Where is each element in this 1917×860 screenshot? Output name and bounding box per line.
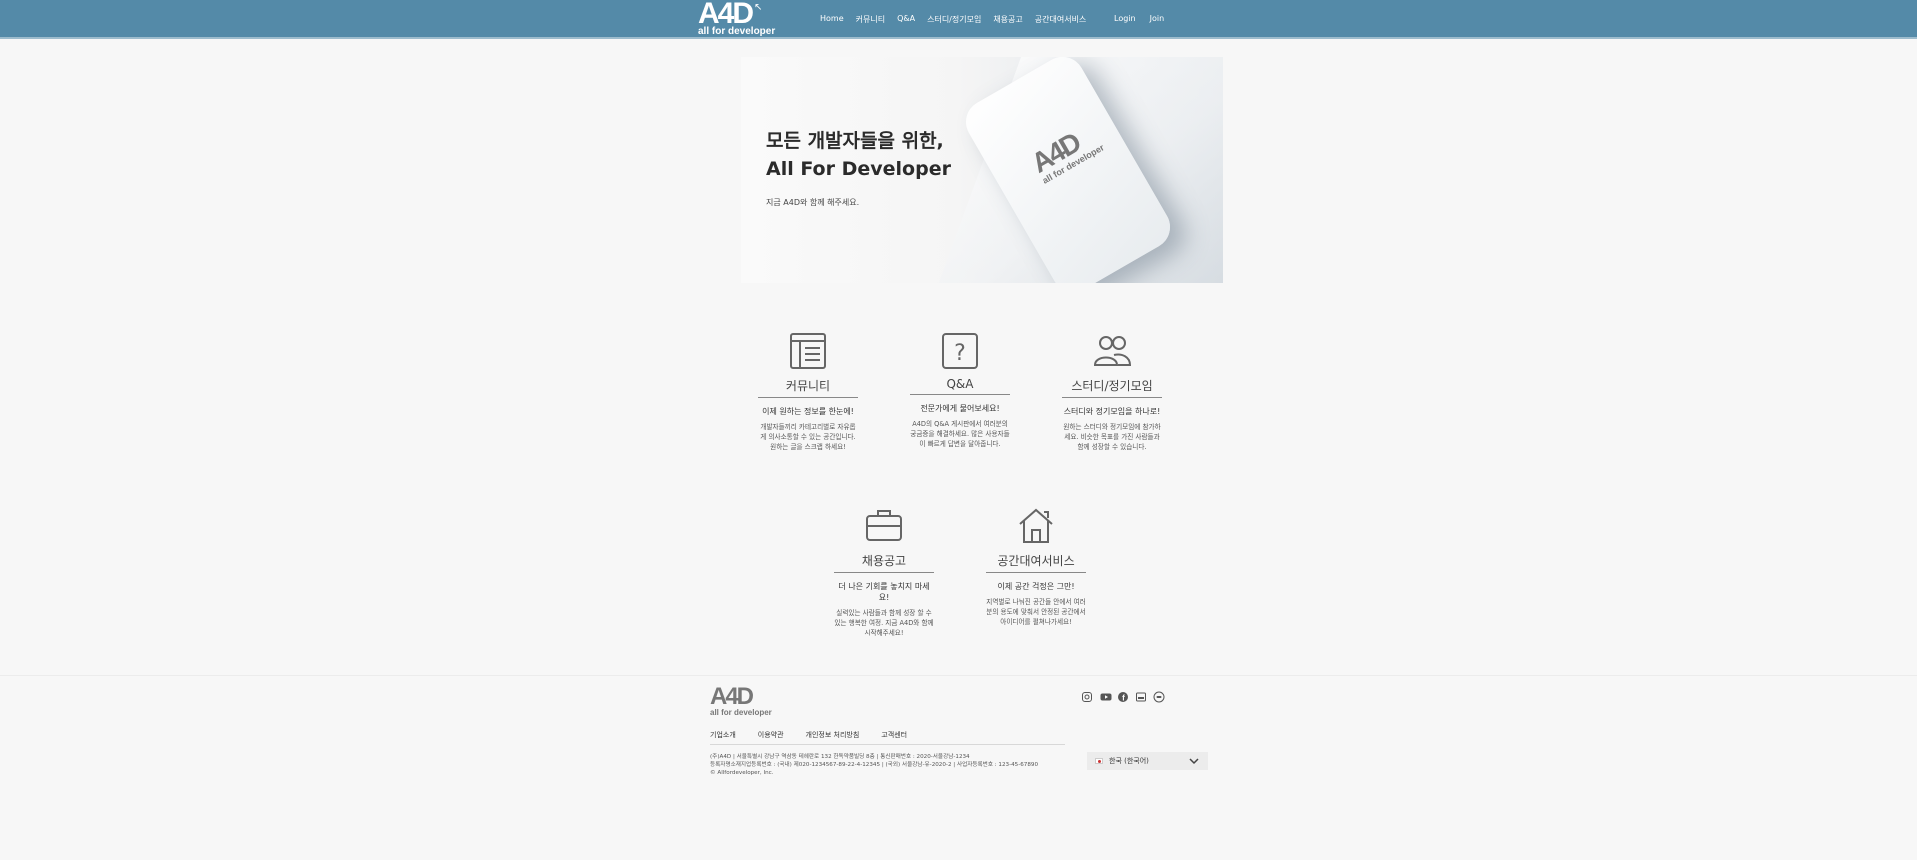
svg-text:f: f: [1122, 694, 1125, 703]
feature-community[interactable]: 커뮤니티 이제 원하는 정보를 한눈에! 개발자들끼리 카테고리별로 자유롭게 …: [758, 331, 858, 452]
footer-link-privacy[interactable]: 개인정보 처리방침: [806, 730, 860, 740]
hero-banner: A4D all for developer 모든 개발자들을 위한, All F…: [741, 57, 1223, 283]
join-link[interactable]: Join: [1150, 14, 1165, 23]
footer-link-terms[interactable]: 이용약관: [758, 730, 784, 740]
footer-divider: [710, 744, 1065, 745]
feature-title: Q&A: [910, 377, 1010, 395]
nav-qna[interactable]: Q&A: [897, 14, 915, 25]
auth-links: Login Join: [1114, 14, 1164, 23]
main-nav: Home 커뮤니티 Q&A 스터디/정기모임 채용공고 공간대여서비스: [820, 14, 1098, 25]
feature-title: 스터디/정기모임: [1062, 377, 1162, 398]
company-info-line1: (주)A4D | 서울특별시 강남구 역삼동 테헤란로 132 한독약품빌딩 8…: [710, 754, 970, 760]
hero-title-line2: All For Developer: [766, 158, 951, 180]
instagram-icon[interactable]: [1081, 688, 1093, 702]
language-selector[interactable]: 한국 (한국어): [1087, 752, 1208, 770]
footer-logo[interactable]: A4D all for developer: [710, 683, 772, 718]
footer-link-company[interactable]: 기업소개: [710, 730, 736, 740]
logo-text: A4D: [698, 0, 754, 30]
feature-qna[interactable]: ? Q&A 전문가에게 물어보세요! A4D의 Q&A 게시판에서 여러분의 궁…: [910, 331, 1010, 449]
logo-tagline: all for developer: [698, 26, 776, 37]
feature-jobs[interactable]: 채용공고 더 나은 기회를 놓치지 마세요! 실력있는 사람들과 함께 성장 할…: [834, 506, 934, 638]
nav-space-rental[interactable]: 공간대여서비스: [1035, 14, 1087, 25]
footer-logo-tagline: all for developer: [710, 708, 772, 717]
home-icon: [1019, 508, 1053, 543]
nav-study[interactable]: 스터디/정기모임: [927, 14, 981, 25]
feature-tagline: 이제 공간 걱정은 그만!: [997, 582, 1075, 591]
korea-flag-icon: [1095, 758, 1103, 764]
feature-study[interactable]: 스터디/정기모임 스터디와 정기모임을 하나로! 원하는 스터디와 정기모임에 …: [1062, 331, 1162, 452]
footer-link-support[interactable]: 고객센터: [881, 730, 907, 740]
phone-logo: A4D all for developer: [1026, 120, 1106, 186]
briefcase-icon: [866, 510, 902, 541]
feature-description: A4D의 Q&A 게시판에서 여러분의 궁금증을 해결하세요. 많은 사용자들이…: [910, 420, 1010, 448]
nav-community[interactable]: 커뮤니티: [856, 14, 885, 25]
feature-description: 원하는 스터디와 정기모임에 참가하세요. 비슷한 목표를 가진 사람들과 함께…: [1063, 423, 1161, 451]
feature-tagline: 이제 원하는 정보를 한눈에!: [762, 407, 854, 416]
company-info: (주)A4D | 서울특별시 강남구 역삼동 테헤란로 132 한독약품빌딩 8…: [710, 753, 1050, 777]
language-label: 한국 (한국어): [1109, 757, 1149, 765]
svg-text:?: ?: [954, 341, 966, 366]
feature-description: 실력있는 사람들과 함께 성장 할 수 있는 행복한 여정. 지금 A4D와 함…: [834, 609, 934, 637]
feature-tagline: 더 나은 기회를 놓치지 마세요!: [838, 582, 930, 602]
footer-links: 기업소개 이용약관 개인정보 처리방침 고객센터: [710, 730, 929, 740]
feature-description: 지역별로 나눠진 공간들 안에서 여러분의 용도에 맞춰서 안정된 공간에서 아…: [986, 598, 1086, 626]
cursor-icon: ↖: [754, 2, 763, 13]
login-link[interactable]: Login: [1114, 14, 1136, 23]
question-icon: ?: [942, 333, 978, 369]
feature-tagline: 전문가에게 물어보세요!: [920, 404, 1000, 413]
social-links: f: [1081, 688, 1165, 703]
feature-title: 채용공고: [834, 552, 934, 573]
hero-title: 모든 개발자들을 위한, All For Developer: [766, 127, 951, 183]
blog-icon[interactable]: [1135, 688, 1147, 702]
youtube-icon[interactable]: [1099, 688, 1112, 701]
nav-jobs[interactable]: 채용공고: [993, 14, 1022, 25]
document-icon: [790, 333, 826, 369]
nav-home[interactable]: Home: [820, 14, 844, 25]
kakao-icon[interactable]: [1153, 688, 1165, 703]
feature-tagline: 스터디와 정기모임을 하나로!: [1063, 407, 1161, 416]
footer-logo-text: A4D: [710, 683, 754, 710]
facebook-icon[interactable]: f: [1117, 688, 1129, 703]
chevron-down-icon: [1189, 758, 1199, 765]
hero-title-line1: 모든 개발자들을 위한,: [766, 130, 944, 152]
site-logo[interactable]: A4D all for developer ↖: [698, 0, 775, 37]
feature-title: 커뮤니티: [758, 377, 858, 398]
copyright: © Allfordeveloper, Inc.: [710, 770, 774, 776]
site-header: A4D all for developer ↖ Home 커뮤니티 Q&A 스터…: [0, 0, 1917, 39]
footer-divider-top: [0, 675, 1917, 676]
feature-title: 공간대여서비스: [986, 552, 1086, 573]
feature-description: 개발자들끼리 카테고리별로 자유롭게 의사소통할 수 있는 공간입니다. 원하는…: [760, 423, 856, 451]
feature-space-rental[interactable]: 공간대여서비스 이제 공간 걱정은 그만! 지역별로 나눠진 공간들 안에서 여…: [986, 506, 1086, 627]
users-icon: [1093, 336, 1132, 366]
hero-subtitle: 지금 A4D와 함께 해주세요.: [766, 198, 860, 207]
company-info-line2: 등록자명소재지업등록번호 : (국내) 제020-1234567-89-22-4…: [710, 762, 1039, 768]
